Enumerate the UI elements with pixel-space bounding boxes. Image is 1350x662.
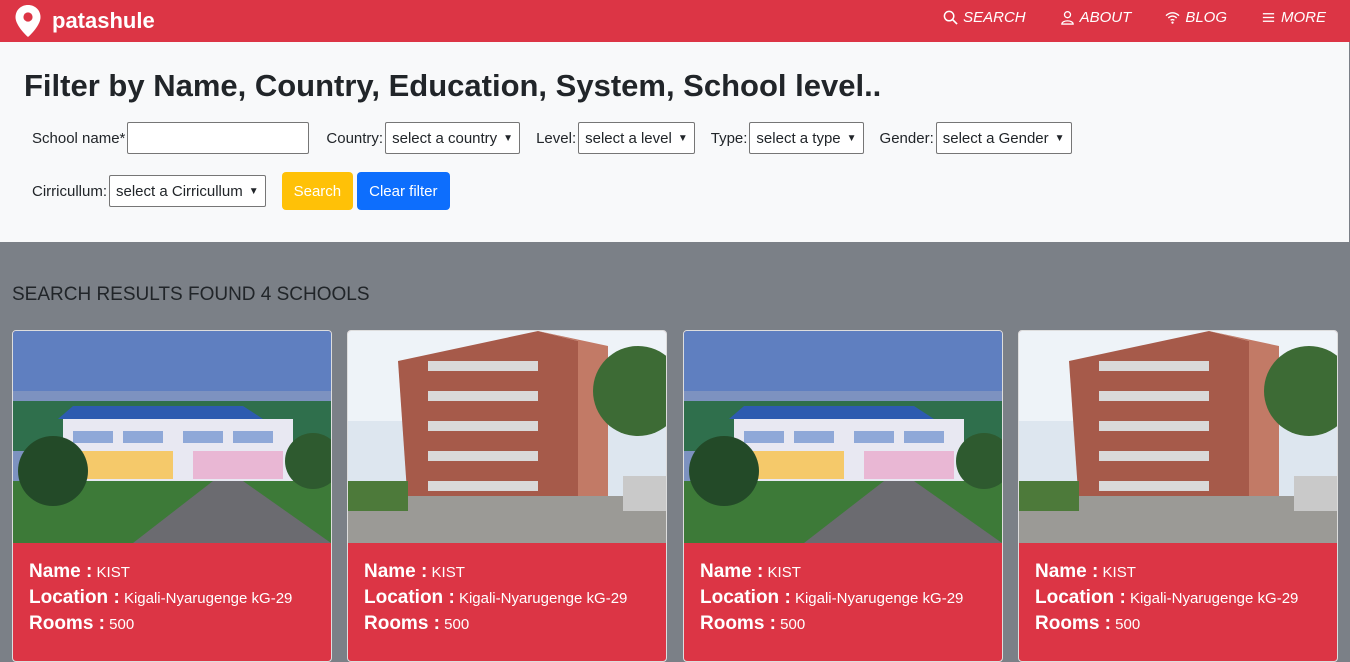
school-card-body: Name : KIST Location : Kigali-Nyarugenge…: [700, 559, 963, 637]
school-rooms-line: Rooms : 500: [700, 611, 963, 637]
school-rooms: 500: [444, 616, 470, 633]
school-rooms-line: Rooms : 500: [364, 611, 627, 637]
school-location: Kigali-Nyarugenge kG-29: [123, 590, 293, 607]
nav-search-link[interactable]: SEARCH: [943, 9, 1026, 26]
nav-links: SEARCH ABOUT BLOG MORE: [943, 0, 1326, 34]
school-name-label: School name*: [32, 129, 126, 147]
name-label: Name :: [364, 561, 428, 582]
nav-about-label: ABOUT: [1079, 8, 1132, 26]
school-card-body: Name : KIST Location : Kigali-Nyarugenge…: [29, 559, 292, 637]
school-location-line: Location : Kigali-Nyarugenge kG-29: [700, 585, 963, 611]
curriculum-select[interactable]: select a Cirricullum ▼: [109, 175, 266, 207]
level-label: Level:: [536, 129, 577, 147]
school-location-line: Location : Kigali-Nyarugenge kG-29: [364, 585, 627, 611]
search-icon: [943, 10, 958, 25]
rooms-label: Rooms :: [29, 613, 105, 634]
filter-row-1: School name* Country: select a country ▼ …: [32, 120, 1072, 156]
school-card-body: Name : KIST Location : Kigali-Nyarugenge…: [1035, 559, 1298, 637]
country-label: Country:: [326, 129, 384, 147]
location-label: Location :: [700, 587, 791, 608]
nav-search-label: SEARCH: [963, 8, 1026, 26]
school-location: Kigali-Nyarugenge kG-29: [458, 590, 628, 607]
school-name-input[interactable]: [127, 122, 310, 154]
brand-link[interactable]: patashule: [14, 4, 155, 38]
school-name-line: Name : KIST: [29, 559, 292, 585]
brand-name: patashule: [52, 8, 155, 33]
name-label: Name :: [1035, 561, 1099, 582]
school-location-line: Location : Kigali-Nyarugenge kG-29: [29, 585, 292, 611]
results-heading: SEARCH RESULTS FOUND 4 SCHOOLS: [12, 284, 370, 305]
campus-night-photo: [684, 331, 1002, 543]
school-rooms-line: Rooms : 500: [1035, 611, 1298, 637]
clear-filter-button[interactable]: Clear filter: [357, 172, 450, 210]
school-card[interactable]: Name : KIST Location : Kigali-Nyarugenge…: [683, 330, 1003, 662]
rooms-label: Rooms :: [700, 613, 776, 634]
level-select[interactable]: select a level ▼: [578, 122, 695, 154]
gender-label: Gender:: [879, 129, 934, 147]
type-select[interactable]: select a type ▼: [749, 122, 864, 154]
nav-more-link[interactable]: MORE: [1261, 9, 1326, 26]
nav-blog-link[interactable]: BLOG: [1165, 9, 1227, 26]
location-pin-icon: [15, 5, 41, 37]
gender-select[interactable]: select a Gender ▼: [935, 122, 1072, 154]
location-label: Location :: [364, 587, 455, 608]
school-rooms: 500: [1115, 616, 1141, 633]
building-photo: [348, 331, 666, 543]
chevron-down-icon: ▼: [846, 132, 857, 144]
country-select[interactable]: select a country ▼: [385, 122, 521, 154]
chevron-down-icon: ▼: [1054, 132, 1065, 144]
wifi-icon: [1165, 11, 1180, 24]
school-card[interactable]: Name : KIST Location : Kigali-Nyarugenge…: [1018, 330, 1338, 662]
location-label: Location :: [1035, 587, 1126, 608]
filter-row-2: Cirricullum: select a Cirricullum ▼ Searc…: [32, 172, 450, 210]
user-icon: [1060, 10, 1074, 25]
school-card-body: Name : KIST Location : Kigali-Nyarugenge…: [364, 559, 627, 637]
school-name-line: Name : KIST: [364, 559, 627, 585]
curriculum-label: Cirricullum:: [32, 182, 107, 200]
search-button[interactable]: Search: [281, 172, 354, 210]
campus-night-photo: [13, 331, 331, 543]
school-name: KIST: [767, 564, 801, 581]
filter-title: Filter by Name, Country, Education, Syst…: [24, 68, 882, 103]
type-label: Type:: [710, 129, 748, 147]
chevron-down-icon: ▼: [677, 132, 688, 144]
school-card[interactable]: Name : KIST Location : Kigali-Nyarugenge…: [347, 330, 667, 662]
name-label: Name :: [700, 561, 764, 582]
school-location-line: Location : Kigali-Nyarugenge kG-29: [1035, 585, 1298, 611]
school-location: Kigali-Nyarugenge kG-29: [1129, 590, 1299, 607]
school-name: KIST: [1102, 564, 1136, 581]
school-name-line: Name : KIST: [700, 559, 963, 585]
type-select-value: select a type: [756, 129, 841, 147]
chevron-down-icon: ▼: [248, 185, 259, 197]
school-name: KIST: [431, 564, 465, 581]
location-label: Location :: [29, 587, 120, 608]
curriculum-select-value: select a Cirricullum: [116, 182, 243, 200]
school-name: KIST: [96, 564, 130, 581]
building-photo: [1019, 331, 1337, 543]
nav-more-label: MORE: [1281, 8, 1326, 26]
nav-blog-label: BLOG: [1185, 8, 1227, 26]
level-select-value: select a level: [585, 129, 672, 147]
chevron-down-icon: ▼: [503, 132, 514, 144]
rooms-label: Rooms :: [364, 613, 440, 634]
school-rooms-line: Rooms : 500: [29, 611, 292, 637]
filter-panel: Filter by Name, Country, Education, Syst…: [0, 42, 1349, 242]
nav-about-link[interactable]: ABOUT: [1060, 8, 1132, 26]
menu-icon: [1262, 12, 1275, 22]
name-label: Name :: [29, 561, 93, 582]
school-card[interactable]: Name : KIST Location : Kigali-Nyarugenge…: [12, 330, 332, 662]
school-location: Kigali-Nyarugenge kG-29: [794, 590, 964, 607]
gender-select-value: select a Gender: [942, 129, 1049, 147]
school-name-line: Name : KIST: [1035, 559, 1298, 585]
top-navbar: patashule SEARCH ABOUT BLOG MORE: [0, 0, 1350, 42]
school-rooms: 500: [109, 616, 135, 633]
rooms-label: Rooms :: [1035, 613, 1111, 634]
country-select-value: select a country: [392, 129, 498, 147]
school-rooms: 500: [780, 616, 806, 633]
